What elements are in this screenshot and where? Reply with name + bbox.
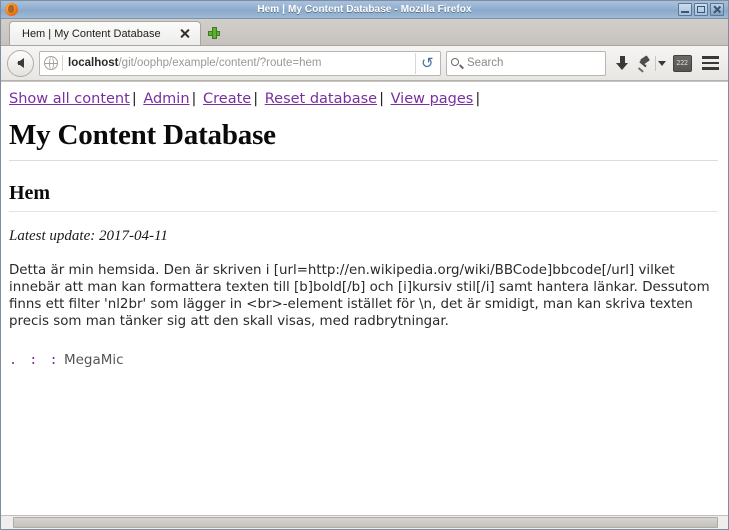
search-bar[interactable]: Search — [446, 50, 606, 76]
nav-separator-4: | — [379, 91, 384, 107]
reload-button[interactable]: ↻ — [415, 52, 438, 74]
window-title: Hem | My Content Database - Mozilla Fire… — [257, 4, 472, 15]
downloads-button[interactable] — [611, 51, 633, 75]
signature-name: MegaMic — [63, 351, 124, 368]
arrow-left-icon — [17, 58, 24, 68]
pin-divider — [655, 55, 656, 71]
download-arrow-icon — [615, 55, 629, 71]
nav-separator-3: | — [253, 91, 259, 107]
navigation-toolbar: localhost/git/oophp/example/content/?rou… — [1, 46, 728, 81]
close-window-button[interactable] — [710, 3, 724, 16]
nav-link-admin[interactable]: Admin — [143, 91, 189, 107]
tab-bar: Hem | My Content Database — [1, 19, 728, 46]
search-icon — [451, 57, 462, 69]
tab-title: Hem | My Content Database — [22, 27, 161, 40]
url-path: /git/oophp/example/content/?route=hem — [118, 57, 322, 69]
horizontal-scrollbar-thumb[interactable] — [13, 517, 719, 528]
back-button[interactable] — [7, 49, 34, 77]
url-bar[interactable]: localhost/git/oophp/example/content/?rou… — [39, 50, 441, 76]
nav-separator-5: | — [475, 91, 481, 107]
url-text: localhost/git/oophp/example/content/?rou… — [68, 57, 415, 69]
page-content: Show all content | Admin | Create | Reset d… — [1, 82, 728, 368]
article-body: Detta är min hemsida. Den är skriven i [… — [9, 262, 710, 329]
extension-badge-button[interactable]: 222 — [671, 51, 693, 75]
chevron-down-icon[interactable] — [658, 60, 666, 66]
url-host: localhost — [68, 57, 119, 69]
firefox-logo-icon — [5, 3, 18, 16]
reload-icon: ↻ — [420, 53, 434, 72]
plus-icon — [207, 27, 220, 39]
title-bar: Hem | My Content Database - Mozilla Fire… — [1, 1, 728, 19]
nav-link-view-pages[interactable]: View pages — [391, 91, 474, 107]
page-viewport: Show all content | Admin | Create | Reset d… — [1, 81, 728, 515]
extension-badge-icon: 222 — [672, 54, 692, 72]
browser-window: Hem | My Content Database - Mozilla Fire… — [0, 0, 729, 530]
nav-link-create[interactable]: Create — [203, 91, 251, 107]
nav-separator-2: | — [191, 91, 197, 107]
site-title: My Content Database — [9, 119, 718, 161]
search-placeholder: Search — [467, 57, 504, 69]
close-tab-icon[interactable] — [179, 27, 192, 40]
site-navigation: Show all content | Admin | Create | Reset d… — [9, 90, 718, 109]
hamburger-menu-button[interactable] — [698, 51, 722, 75]
url-divider — [62, 55, 63, 71]
signature: . : : MegaMic — [9, 352, 718, 368]
tab-hem[interactable]: Hem | My Content Database — [9, 21, 201, 45]
window-controls — [678, 3, 726, 16]
globe-icon — [44, 56, 58, 70]
nav-separator-1: | — [131, 91, 137, 107]
minimize-button[interactable] — [678, 3, 692, 16]
pin-icon — [638, 54, 653, 73]
signature-dots: . : : — [9, 351, 60, 368]
new-tab-button[interactable] — [201, 21, 227, 45]
nav-link-reset-database[interactable]: Reset database — [265, 91, 377, 107]
nav-link-show-all-content[interactable]: Show all content — [9, 91, 130, 107]
horizontal-scrollbar[interactable] — [1, 515, 728, 529]
pin-button-group[interactable] — [638, 54, 666, 73]
page-heading: Hem — [9, 182, 718, 212]
maximize-button[interactable] — [694, 3, 708, 16]
latest-update-text: Latest update: 2017-04-11 — [9, 227, 168, 244]
